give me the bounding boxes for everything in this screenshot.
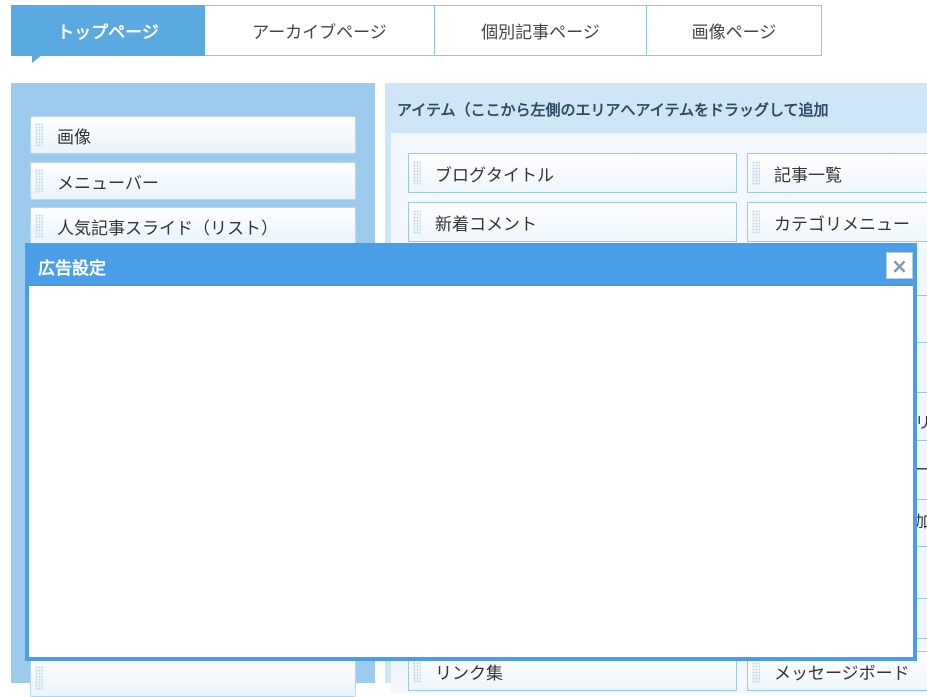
drag-handle-icon[interactable]: [35, 169, 43, 193]
left-item-label: 画像: [57, 127, 91, 148]
left-item-popular-slide[interactable]: 人気記事スライド（リスト）: [30, 207, 356, 245]
tab-article-page[interactable]: 個別記事ページ: [435, 5, 647, 56]
drag-handle-icon[interactable]: [35, 123, 43, 147]
item-palette-heading: アイテム（ここから左側のエリアへアイテムをドラッグして追加: [397, 101, 829, 119]
ad-settings-dialog: 広告設定 ×: [25, 243, 917, 661]
tab-image-page[interactable]: 画像ページ: [647, 5, 822, 56]
drag-handle-icon[interactable]: [752, 210, 760, 234]
drag-handle-icon[interactable]: [413, 161, 421, 185]
item-blog-title[interactable]: ブログタイトル: [408, 153, 737, 193]
tab-archive-page[interactable]: アーカイブページ: [205, 5, 435, 56]
left-item-image[interactable]: 画像: [30, 116, 356, 154]
item-label: ブログタイトル: [435, 165, 554, 186]
drag-handle-icon[interactable]: [752, 659, 760, 683]
item-label: 記事一覧: [774, 165, 842, 186]
item-label: カテゴリメニュー: [774, 214, 910, 235]
item-label: メッセージボード: [774, 663, 910, 684]
left-item-label: 人気記事スライド（リスト）: [57, 218, 278, 239]
drag-handle-icon[interactable]: [35, 214, 43, 238]
item-label: リンク集: [435, 663, 503, 684]
close-icon[interactable]: ×: [886, 252, 913, 279]
left-item-menubar[interactable]: メニューバー: [30, 162, 356, 200]
drag-handle-icon[interactable]: [413, 210, 421, 234]
item-category-menu[interactable]: カテゴリメニュー: [747, 202, 927, 242]
page-tabs: トップページ アーカイブページ 個別記事ページ 画像ページ: [11, 5, 822, 63]
left-item-bottom[interactable]: [30, 659, 356, 697]
dialog-titlebar[interactable]: 広告設定 ×: [29, 247, 913, 286]
item-article-list[interactable]: 記事一覧: [747, 153, 927, 193]
item-new-comments[interactable]: 新着コメント: [408, 202, 737, 242]
dialog-body: [29, 286, 913, 657]
tab-top-page[interactable]: トップページ: [11, 5, 205, 63]
dialog-title: 広告設定: [38, 259, 106, 279]
item-label: 新着コメント: [435, 214, 537, 235]
drag-handle-icon[interactable]: [413, 659, 421, 683]
left-item-label: メニューバー: [57, 173, 159, 194]
drag-handle-icon[interactable]: [752, 161, 760, 185]
